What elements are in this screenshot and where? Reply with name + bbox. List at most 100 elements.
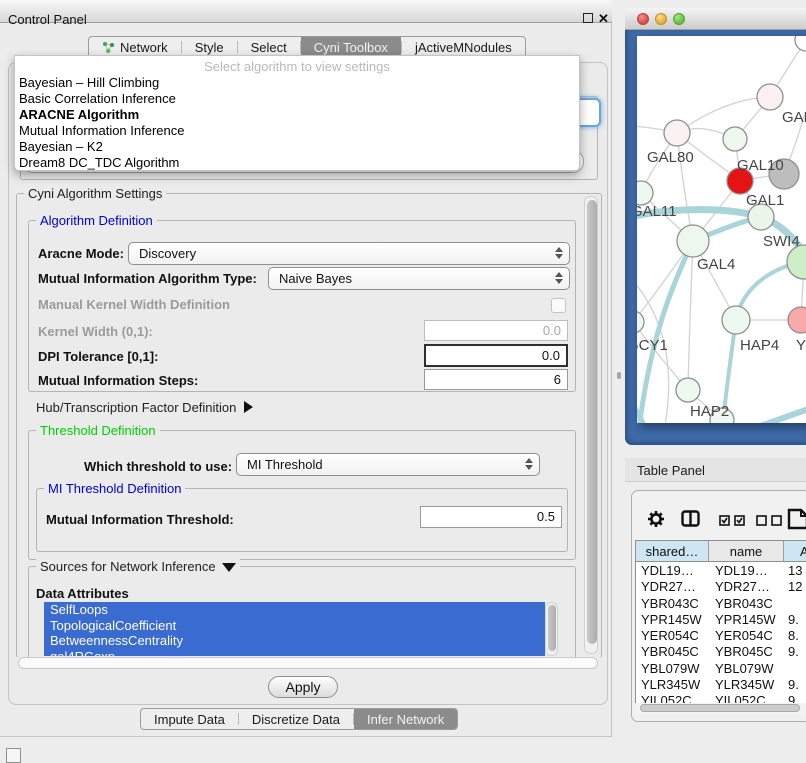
table-row[interactable]: YDR27…YDR27…12 (636, 579, 806, 595)
attributes-scrollbar[interactable] (545, 602, 558, 656)
algorithm-definition-title: Algorithm Definition (36, 213, 157, 228)
network-node-gal4[interactable] (677, 225, 709, 257)
node-label-hap4: HAP4 (740, 337, 779, 354)
cell-value: 9. (788, 644, 799, 660)
dpi-tolerance-field[interactable]: 0.0 (424, 344, 568, 367)
kernel-width-field[interactable]: 0.0 (424, 320, 568, 341)
expand-right-icon[interactable] (244, 401, 253, 413)
algorithm-option-bayesian-hill-climbing[interactable]: Bayesian – Hill Climbing (19, 75, 577, 91)
control-panel-title: Control Panel (8, 12, 87, 27)
algorithm-option-mutual-information-inference[interactable]: Mutual Information Inference (19, 123, 577, 139)
network-node-gcy1[interactable] (637, 311, 644, 333)
tab-select[interactable]: Select (238, 37, 300, 57)
data-attributes-list[interactable]: SelfLoopsTopologicalCoefficientBetweenne… (44, 602, 545, 656)
attribute-item-topologicalcoefficient[interactable]: TopologicalCoefficient (44, 618, 545, 634)
column-header-shared[interactable]: shared… (636, 541, 709, 562)
node-label-gal: GAL (782, 109, 806, 126)
which-threshold-combo[interactable]: MI Threshold (236, 453, 540, 476)
tab-network-label: Network (120, 40, 168, 55)
dpi-tolerance-label: DPI Tolerance [0,1]: (38, 349, 158, 364)
tab-cyni-toolbox[interactable]: Cyni Toolbox (301, 37, 401, 57)
hub-section[interactable]: Hub/Transcription Factor Definition (36, 400, 253, 415)
settings-horizontal-scrollbar[interactable] (18, 657, 598, 669)
node-label-gal1: GAL1 (746, 192, 784, 209)
split-columns-icon[interactable] (681, 510, 700, 532)
which-threshold-label: Which threshold to use: (84, 459, 232, 474)
aracne-mode-combo[interactable]: Discovery (128, 242, 570, 265)
gear-icon[interactable] (646, 509, 666, 534)
table-row[interactable]: YER054CYER054C8. (636, 628, 806, 644)
manual-kernel-width-checkbox[interactable] (551, 298, 566, 313)
cell-shared-name: YBL079W (641, 661, 700, 677)
unchecked-pair-icon[interactable] (756, 513, 783, 531)
table-row[interactable]: YBR045CYBR045C9. (636, 644, 806, 660)
network-node-gal80[interactable] (664, 120, 690, 146)
attribute-item-selfloops[interactable]: SelfLoops (44, 602, 545, 618)
network-node-hap2[interactable] (676, 378, 700, 402)
network-node-hap4[interactable] (722, 306, 750, 334)
attribute-item-gal4rgexp[interactable]: gal4RGexp (44, 649, 545, 657)
algorithm-option-dream8-dc-tdc-algorithm[interactable]: Dream8 DC_TDC Algorithm (19, 155, 577, 171)
table-row[interactable]: YBL079WYBL079W (636, 661, 806, 677)
mi-type-combo[interactable]: Naive Bayes (268, 267, 570, 290)
mi-threshold-label: Mutual Information Threshold: (46, 512, 234, 527)
tab-style-label: Style (195, 40, 224, 55)
checked-pair-icon[interactable] (719, 513, 746, 531)
minimize-traffic-light-icon[interactable] (655, 13, 667, 25)
column-header-name[interactable]: name (709, 541, 784, 562)
cell-value: 8. (788, 628, 799, 644)
network-node-gal10[interactable] (723, 127, 747, 151)
column-header-a[interactable]: A (784, 541, 806, 562)
cell-name: YIL052C (715, 693, 766, 703)
network-node[interactable] (795, 36, 806, 51)
algorithm-dropdown-popup: Select algorithm to view settings Bayesi… (14, 55, 580, 171)
algorithm-option-bayesian-k2[interactable]: Bayesian – K2 (19, 139, 577, 155)
bottom-tab-impute-data[interactable]: Impute Data (141, 709, 238, 729)
table-row[interactable]: YIL052C YIL052C 9. (636, 693, 806, 703)
bottom-tab-discretize-data[interactable]: Discretize Data (239, 709, 353, 729)
cell-value: 9. (788, 693, 799, 703)
network-node-y[interactable] (788, 307, 806, 333)
mi-threshold-field[interactable]: 0.5 (420, 506, 562, 528)
table-row[interactable]: YDL19…YDL19…13 (636, 563, 806, 579)
combo-spinner-icon (555, 247, 563, 259)
node-label-gal4: GAL4 (697, 256, 735, 273)
network-window-titlebar (625, 8, 806, 30)
kernel-width-label: Kernel Width (0,1): (38, 324, 153, 339)
close-traffic-light-icon[interactable] (637, 13, 649, 25)
close-icon[interactable]: ✕ (598, 11, 609, 27)
settings-vertical-scrollbar[interactable] (584, 196, 598, 654)
collapsed-panel-button[interactable] (6, 748, 21, 763)
table-panel-titlebar: Table Panel (625, 458, 806, 482)
table-row[interactable]: YPR145WYPR145W9. (636, 612, 806, 628)
table-row[interactable]: YLR345WYLR345W9. (636, 677, 806, 693)
collapse-down-icon[interactable] (222, 563, 236, 572)
attribute-item-betweennesscentrality[interactable]: BetweennessCentrality (44, 633, 545, 649)
tab-network[interactable]: Network (89, 37, 181, 57)
algorithm-option-basic-correlation-inference[interactable]: Basic Correlation Inference (19, 91, 577, 107)
network-node-gal[interactable] (757, 84, 783, 110)
node-table[interactable]: shared…nameA YDL19…YDL19…13YDR27…YDR27…1… (635, 540, 806, 703)
apply-button[interactable]: Apply (268, 676, 338, 698)
mi-steps-field[interactable]: 6 (424, 369, 568, 390)
float-window-icon[interactable] (583, 13, 593, 23)
app-root: Control Panel ✕ Network Style SelectCyni T… (0, 0, 806, 762)
tab-style[interactable]: Style (182, 37, 237, 57)
table-hscroll-thumb[interactable] (640, 704, 800, 712)
algorithm-option-aracne-algorithm[interactable]: ARACNE Algorithm (19, 107, 577, 123)
tab-jactivemnodules[interactable]: jActiveMNodules (402, 37, 525, 57)
cell-shared-name: YIL052C (641, 693, 692, 703)
file-icon[interactable] (787, 508, 806, 535)
cell-name: YBR045C (715, 644, 773, 660)
zoom-traffic-light-icon[interactable] (673, 13, 685, 25)
table-row[interactable]: YBR043CYBR043C (636, 596, 806, 612)
table-toolbar (637, 505, 806, 535)
combo-spinner-icon (555, 272, 563, 284)
bottom-tab-impute-data-label: Impute Data (154, 712, 225, 727)
network-node[interactable] (787, 245, 806, 279)
network-canvas[interactable]: GALGAL80GAL10GAL1GAL11SWI4GAL4GCY1HAP4YH… (637, 36, 806, 423)
bottom-tab-infer-network[interactable]: Infer Network (354, 709, 457, 729)
tab-jactivemnodules-label: jActiveMNodules (415, 40, 512, 55)
cell-value: 12 (788, 579, 802, 595)
panel-splitter-handle[interactable] (617, 372, 621, 379)
